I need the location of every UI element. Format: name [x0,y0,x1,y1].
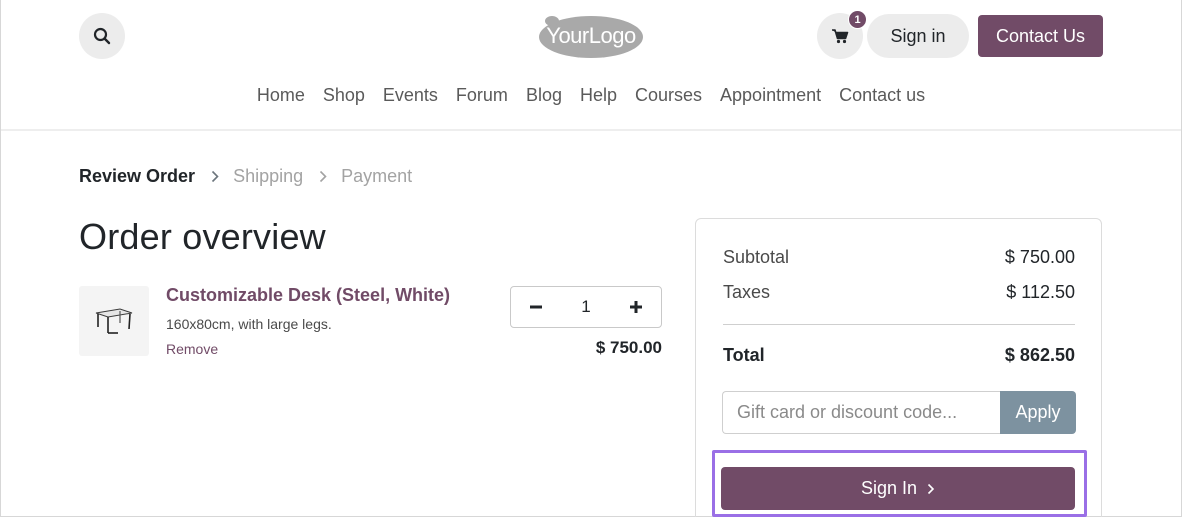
nav-item-events[interactable]: Events [374,85,447,106]
product-description: 160x80cm, with large legs. [166,316,332,332]
nav-item-blog[interactable]: Blog [517,85,571,106]
total-label: Total [723,345,765,365]
total-row: Total $ 862.50 [723,345,1075,366]
total-value: $ 862.50 [1004,345,1075,365]
cart-icon [832,29,849,44]
summary-divider [723,324,1075,325]
nav-item-contact-us[interactable]: Contact us [830,85,934,106]
step-shipping: Shipping [233,166,304,186]
product-name-link[interactable]: Customizable Desk (Steel, White) [166,285,450,306]
product-image[interactable] [79,286,149,356]
site-logo[interactable]: YourLogo [538,13,644,59]
subtotal-label: Subtotal [723,247,790,267]
checkout-sign-in-label: Sign In [860,478,918,498]
site-header: YourLogo 1 Sign in Contact Us Home Shop … [1,0,1181,131]
chevron-right-icon [319,170,327,183]
nav-item-shop[interactable]: Shop [314,85,374,106]
promo-code-input[interactable] [722,391,1000,434]
quantity-stepper: 1 [510,286,662,328]
nav-item-courses[interactable]: Courses [626,85,711,106]
line-price: $ 750.00 [595,338,662,357]
step-payment: Payment [341,166,413,186]
search-icon [93,27,111,45]
apply-button[interactable]: Apply [1000,391,1076,434]
taxes-value: $ 112.50 [1006,282,1075,302]
subtotal-value: $ 750.00 [1004,247,1075,267]
increase-quantity-button[interactable] [625,296,647,318]
main-nav: Home Shop Events Forum Blog Help Courses… [1,85,1181,106]
nav-item-home[interactable]: Home [248,85,314,106]
plus-icon [630,301,642,313]
logo-text: YourLogo [546,23,636,48]
checkout-steps: Review Order Shipping Payment [79,166,412,187]
decrease-quantity-button[interactable] [525,296,547,318]
checkout-sign-in-button[interactable]: Sign In [721,467,1075,510]
taxes-label: Taxes [723,282,771,302]
page-title: Order overview [79,216,326,257]
nav-item-appointment[interactable]: Appointment [711,85,830,106]
subtotal-row: Subtotal $ 750.00 [723,247,1075,268]
contact-us-button[interactable]: Contact Us [978,15,1103,57]
chevron-right-icon [927,483,935,494]
nav-item-help[interactable]: Help [571,85,626,106]
quantity-input[interactable]: 1 [566,297,606,317]
step-review-order: Review Order [79,166,196,186]
minus-icon [530,305,542,309]
chevron-right-icon [211,170,219,183]
sign-in-button[interactable]: Sign in [867,14,969,58]
nav-item-forum[interactable]: Forum [447,85,517,106]
taxes-row: Taxes $ 112.50 [723,282,1075,303]
search-button[interactable] [79,13,125,59]
promo-code-form: Apply [722,391,1076,434]
desk-icon [95,308,133,334]
remove-product-link[interactable]: Remove [166,341,218,357]
cart-count-badge: 1 [848,10,867,29]
